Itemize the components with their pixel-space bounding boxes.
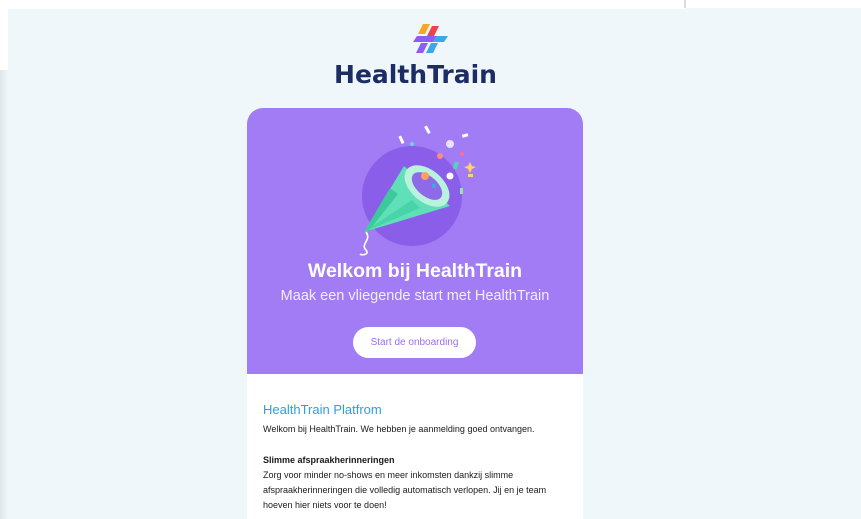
feature-line: hoeven hier niets voor te doen! [263,500,387,510]
party-popper-icon [359,125,476,256]
welcome-subtitle: Maak een vliegende start met HealthTrain [280,288,550,304]
brand-name: HealthTrain [334,60,497,89]
welcome-title: Welkom bij HealthTrain [307,260,523,282]
intro-text: Welkom bij HealthTrain. We hebben je aan… [263,424,535,434]
feature-line: Zorg voor minder no-shows en meer inkoms… [263,470,514,480]
healthtrain-logo-icon [412,24,448,53]
welcome-card: Welkom bij HealthTrain Maak een vliegend… [247,108,583,519]
feature-title: Slimme afspraakherinneringen [263,455,395,465]
window-shadow [0,70,8,519]
hero-banner: Welkom bij HealthTrain Maak een vliegend… [247,108,583,374]
window-edge [684,0,686,8]
top-bar [8,0,686,9]
start-onboarding-button[interactable]: Start de onboarding [353,327,476,358]
section-title: HealthTrain Platfrom [263,402,382,417]
feature-line: afspraakherinneringen die volledig autom… [263,485,547,495]
email-body: HealthTrain Platfrom Welkom bij HealthTr… [247,374,583,513]
brand-header: HealthTrain [0,22,861,89]
